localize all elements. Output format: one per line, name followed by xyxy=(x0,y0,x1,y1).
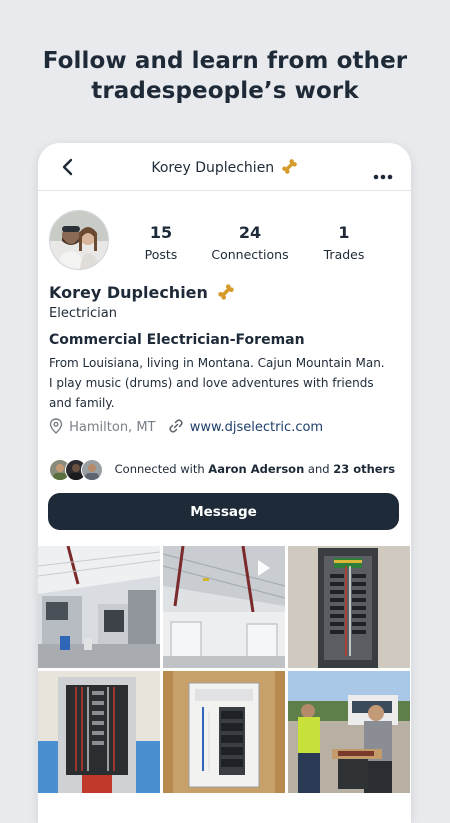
profile-bio: From Louisiana, living in Montana. Cajun… xyxy=(49,356,385,410)
location-row: Hamilton, MT www.djselectric.com xyxy=(49,418,323,438)
bone-icon xyxy=(217,284,234,300)
topbar-title: Korey Duplechien xyxy=(38,158,411,176)
stat-trades-label: Trades xyxy=(323,247,365,262)
profile-headline: Commercial Electrician-Foreman xyxy=(49,332,305,348)
connected-others: 23 others xyxy=(333,462,396,476)
stat-trades-value: 1 xyxy=(338,223,350,242)
map-pin-icon xyxy=(49,418,63,434)
profile-trade: Electrician xyxy=(49,306,117,321)
profile-avatar[interactable] xyxy=(49,210,109,270)
stat-connections-value: 24 xyxy=(238,223,262,242)
website-link[interactable]: www.djselectric.com xyxy=(190,420,323,435)
avatar-photo xyxy=(50,211,108,269)
post-thumbnail[interactable] xyxy=(288,546,410,668)
phone-frame: Korey Duplechien 15 Posts 24 Connections… xyxy=(38,143,411,823)
post-thumbnail[interactable] xyxy=(38,546,160,668)
stat-posts-value: 15 xyxy=(149,223,173,242)
more-options-button[interactable] xyxy=(373,165,393,180)
stat-trades[interactable]: 1 Trades xyxy=(316,223,372,262)
profile-name: Korey Duplechien xyxy=(49,283,235,302)
profile-topbar: Korey Duplechien xyxy=(38,143,411,191)
post-thumbnail[interactable] xyxy=(163,671,285,793)
mutual-avatars xyxy=(49,459,103,481)
post-thumbnail[interactable] xyxy=(288,671,410,793)
headline-line-2: tradespeople’s work xyxy=(91,78,359,104)
post-thumbnail[interactable] xyxy=(38,671,160,793)
topbar-name: Korey Duplechien xyxy=(151,160,275,176)
stat-posts-label: Posts xyxy=(144,247,178,262)
stat-connections[interactable]: 24 Connections xyxy=(206,223,294,262)
stat-posts[interactable]: 15 Posts xyxy=(138,223,184,262)
link-icon xyxy=(169,419,183,433)
connected-prefix: Connected with xyxy=(114,462,205,476)
headline-line-1: Follow and learn from other xyxy=(42,48,408,74)
connected-joiner: and xyxy=(307,462,330,476)
profile-name-text: Korey Duplechien xyxy=(49,283,208,302)
mutual-connections[interactable]: Connected with Aaron Aderson and 23 othe… xyxy=(49,459,395,481)
connected-name: Aaron Aderson xyxy=(208,462,305,476)
stat-connections-label: Connections xyxy=(211,247,289,262)
location-text: Hamilton, MT xyxy=(69,420,156,435)
post-thumbnail[interactable] xyxy=(163,546,285,668)
marketing-headline: Follow and learn from other tradespeople… xyxy=(0,46,450,106)
bone-icon xyxy=(281,159,297,174)
mutual-avatar xyxy=(81,459,103,481)
message-button[interactable]: Message xyxy=(48,493,399,530)
more-horizontal-icon xyxy=(373,174,393,180)
